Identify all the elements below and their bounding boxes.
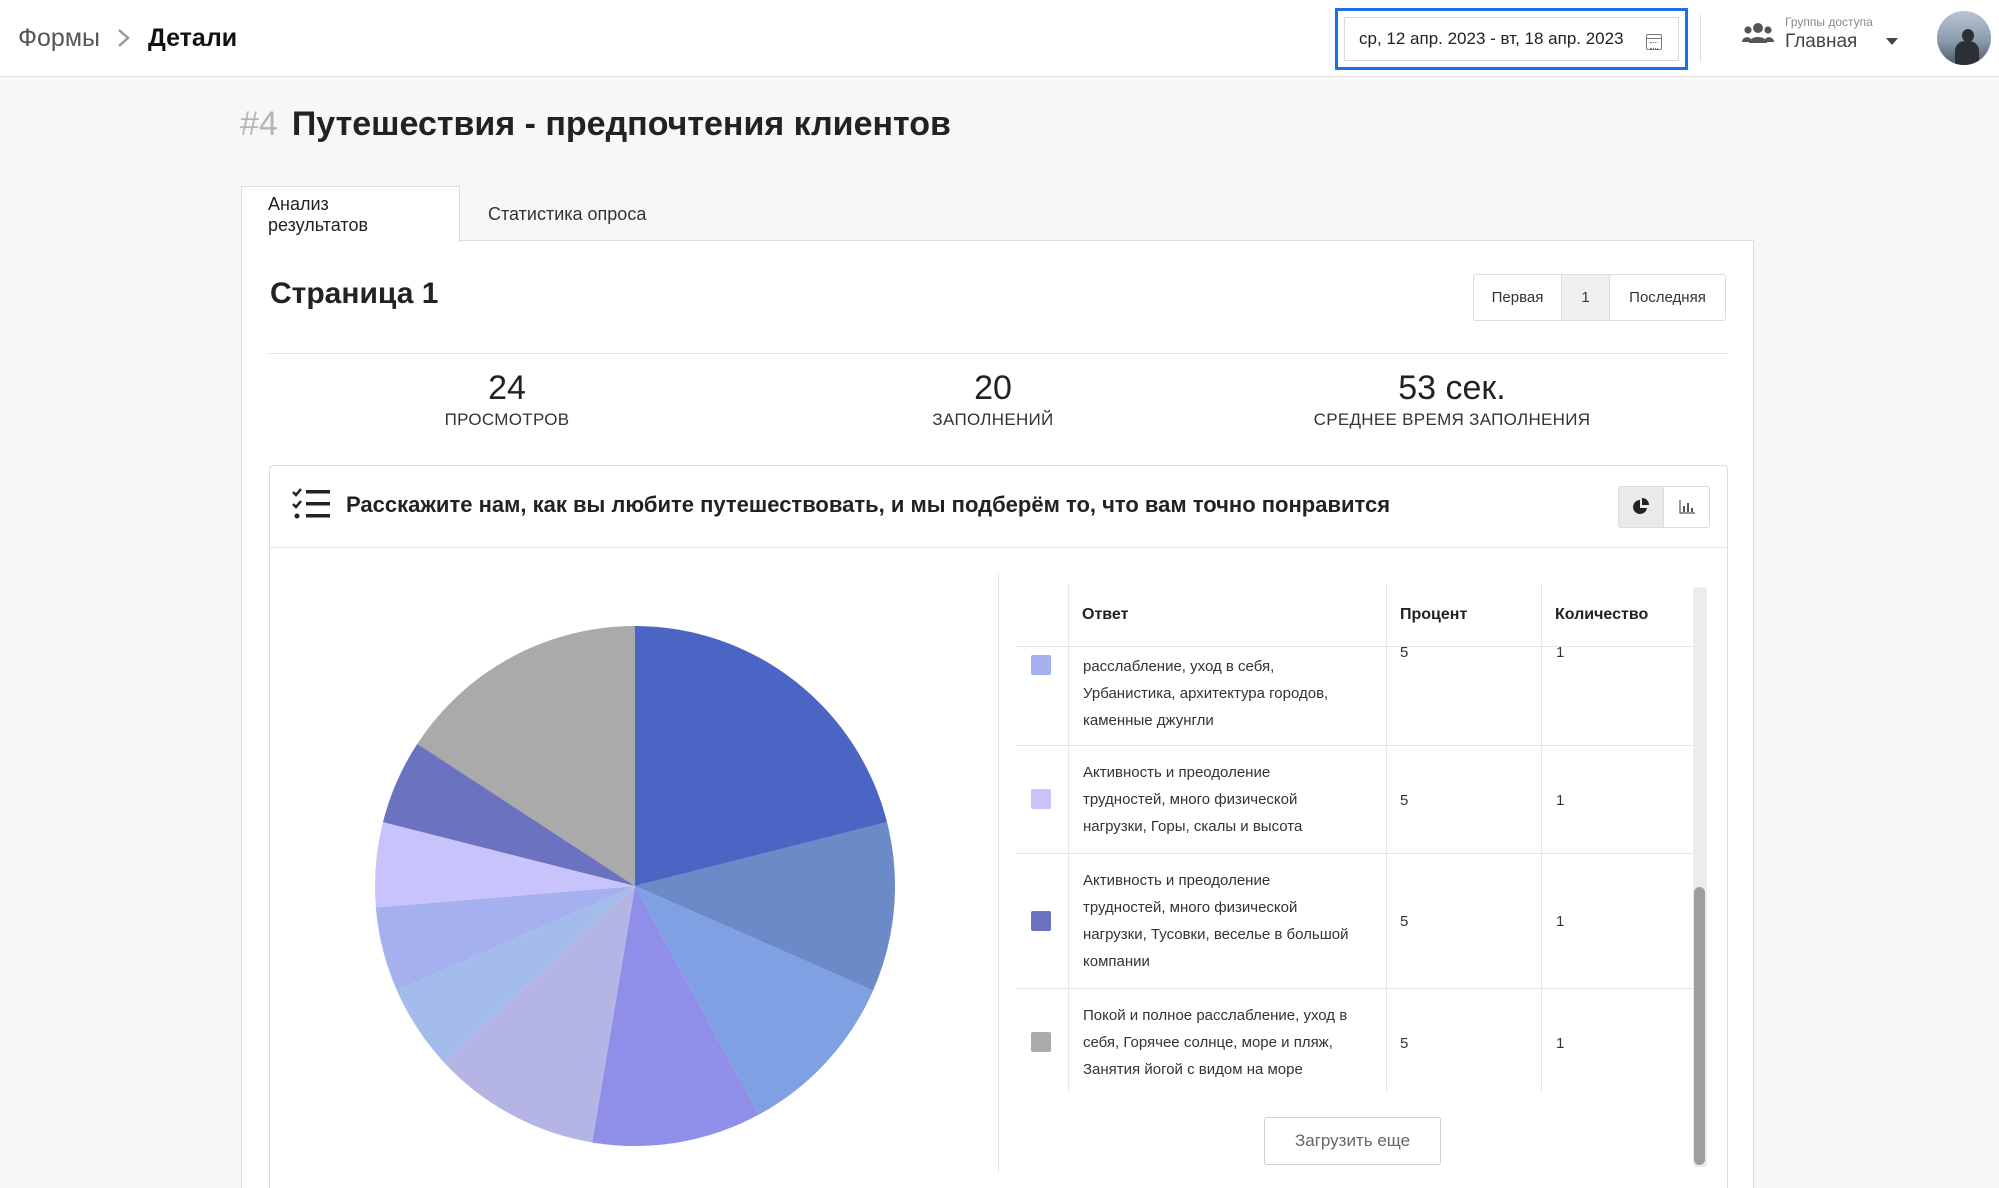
- answer-text: Покой и полное расслабление, уход в себя,…: [1083, 1007, 1348, 1078]
- answer-text: Активность и преодоление трудностей, мног…: [1083, 764, 1303, 835]
- header-answer: Ответ: [1082, 606, 1129, 623]
- tab-survey-stats[interactable]: Статистика опроса: [462, 186, 672, 242]
- bar-view-button[interactable]: [1664, 487, 1709, 527]
- stat-label: СРЕДНЕЕ ВРЕМЯ ЗАПОЛНЕНИЯ: [1313, 410, 1591, 429]
- pager-page-button[interactable]: 1: [1562, 275, 1610, 320]
- pager-first-button[interactable]: Первая: [1474, 275, 1562, 320]
- form-number: #4: [240, 105, 278, 143]
- stat-views: 24 ПРОСМОТРОВ: [382, 369, 632, 430]
- count-value: 1: [1556, 1035, 1565, 1052]
- question-header: Расскажите нам, как вы любите путешество…: [270, 466, 1727, 548]
- caret-down-icon: [1886, 38, 1898, 45]
- answers-table: Ответ Процент Количество расслабление, у…: [998, 573, 1702, 1173]
- header-count: Количество: [1555, 606, 1649, 623]
- count-value: 1: [1556, 913, 1565, 930]
- breadcrumb-current: Детали: [147, 23, 238, 52]
- percent-value: 5: [1400, 1035, 1409, 1052]
- page-title: #4 Путешествия - предпочтения клиентов: [240, 105, 951, 144]
- access-group-value: Главная: [1785, 31, 1858, 52]
- pager-last-button[interactable]: Последняя: [1610, 275, 1725, 320]
- checklist-icon: [292, 488, 330, 519]
- users-icon: [1742, 23, 1774, 43]
- pager: Первая 1 Последняя: [1473, 274, 1726, 321]
- form-title: Путешествия - предпочтения клиентов: [291, 105, 951, 143]
- tab-results-analysis[interactable]: Анализ результатов: [241, 186, 460, 242]
- count-value: 1: [1556, 792, 1565, 809]
- question-text: Расскажите нам, как вы любите путешество…: [346, 492, 1391, 517]
- calendar-icon[interactable]: [1646, 34, 1662, 50]
- count-value: 1: [1556, 644, 1565, 661]
- pie-chart-icon: [1633, 498, 1649, 514]
- load-more-button[interactable]: Загрузить еще: [1264, 1117, 1441, 1165]
- answer-text: расслабление, уход в себя, Урбанистика, а…: [1083, 658, 1329, 729]
- percent-value: 5: [1400, 792, 1409, 809]
- header-percent: Процент: [1400, 606, 1468, 623]
- bar-chart-icon: [1678, 500, 1695, 514]
- divider: [269, 353, 1727, 354]
- answer-text: Активность и преодоление трудностей, мног…: [1083, 872, 1349, 970]
- stat-value: 20: [974, 369, 1012, 407]
- breadcrumb-forms-link[interactable]: Формы: [18, 24, 100, 53]
- pie-view-button[interactable]: [1619, 487, 1664, 527]
- color-swatch: [1031, 655, 1051, 675]
- question-card: Расскажите нам, как вы любите путешество…: [269, 465, 1728, 1188]
- breadcrumb: Формы Детали: [18, 22, 237, 54]
- stat-avg-time: 53 сек. СРЕДНЕЕ ВРЕМЯ ЗАПОЛНЕНИЯ: [1282, 369, 1622, 430]
- date-range-value: ср, 12 апр. 2023 - вт, 18 апр. 2023: [1359, 29, 1624, 48]
- access-group-dropdown[interactable]: Группы доступа Главная: [1742, 12, 1902, 62]
- stat-label: ПРОСМОТРОВ: [444, 410, 570, 429]
- date-range-picker[interactable]: ср, 12 апр. 2023 - вт, 18 апр. 2023: [1335, 8, 1688, 70]
- access-group-label: Группы доступа: [1785, 15, 1873, 29]
- percent-value: 5: [1400, 644, 1409, 661]
- percent-value: 5: [1400, 913, 1409, 930]
- table-scrollbar-thumb[interactable]: [1694, 887, 1705, 1165]
- chart-view-toggle: [1618, 486, 1710, 528]
- color-swatch: [1031, 789, 1051, 809]
- top-bar: Формы Детали ср, 12 апр. 2023 - вт, 18 а…: [0, 0, 1999, 77]
- avatar[interactable]: [1937, 11, 1991, 65]
- page-heading: Страница 1: [270, 277, 439, 310]
- results-panel: Страница 1 Первая 1 Последняя 24 ПРОСМОТ…: [241, 240, 1754, 1188]
- chevron-right-icon: [118, 29, 130, 47]
- color-swatch: [1031, 911, 1051, 931]
- stat-value: 24: [488, 369, 526, 407]
- stat-label: ЗАПОЛНЕНИЙ: [932, 410, 1054, 429]
- stat-value: 53 сек.: [1398, 369, 1506, 407]
- stat-completions: 20 ЗАПОЛНЕНИЙ: [868, 369, 1118, 430]
- divider: [1700, 14, 1701, 62]
- pie-chart: [370, 621, 900, 1156]
- color-swatch: [1031, 1032, 1051, 1052]
